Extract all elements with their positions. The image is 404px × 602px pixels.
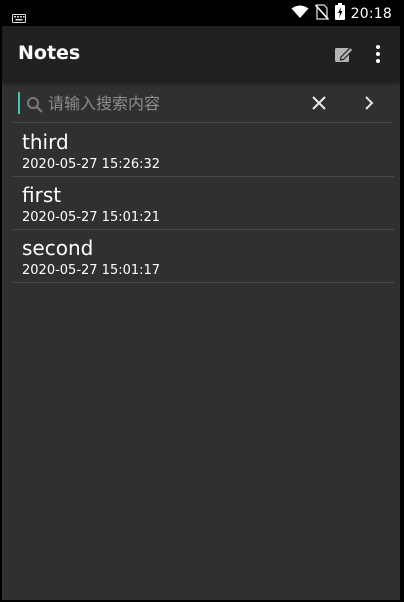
battery-icon	[334, 3, 345, 24]
note-title: second	[22, 236, 94, 260]
search-icon	[26, 96, 44, 114]
app-title: Notes	[18, 42, 81, 64]
note-timestamp: 2020-05-27 15:01:17	[22, 263, 161, 278]
note-timestamp: 2020-05-27 15:01:21	[22, 210, 161, 225]
notes-list: third 2020-05-27 15:26:32 first 2020-05-…	[12, 124, 394, 283]
app-screen: 20:18 Notes 请输入搜索内容 third 2020-05-27 15:…	[2, 0, 400, 600]
note-title: third	[22, 130, 69, 154]
note-item[interactable]: third 2020-05-27 15:26:32	[12, 124, 394, 177]
note-item[interactable]: second 2020-05-27 15:01:17	[12, 230, 394, 283]
search-input[interactable]	[48, 88, 298, 118]
chevron-right-icon[interactable]	[358, 92, 380, 114]
note-title: first	[22, 183, 62, 207]
keyboard-icon	[12, 8, 26, 27]
note-item[interactable]: first 2020-05-27 15:01:21	[12, 177, 394, 230]
wifi-icon	[291, 4, 309, 23]
status-time: 20:18	[350, 5, 392, 22]
clear-icon[interactable]	[308, 92, 330, 114]
more-vert-icon[interactable]	[366, 42, 390, 66]
note-timestamp: 2020-05-27 15:26:32	[22, 157, 161, 172]
no-sim-icon	[314, 3, 329, 24]
search-bar	[12, 84, 392, 123]
status-bar: 20:18	[2, 0, 400, 26]
text-cursor	[18, 92, 20, 114]
compose-icon[interactable]	[332, 42, 356, 66]
app-bar: Notes	[2, 26, 400, 82]
